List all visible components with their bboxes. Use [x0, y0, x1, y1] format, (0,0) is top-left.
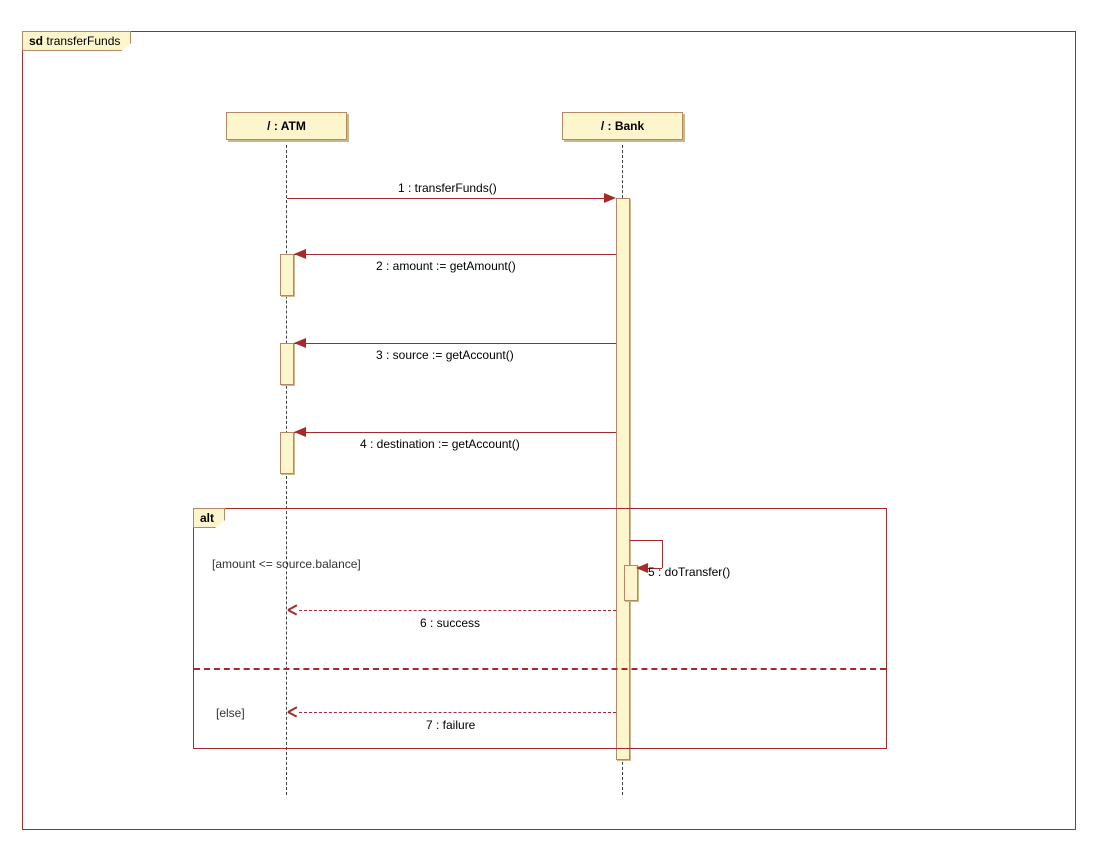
msg-2-label: 2 : amount := getAmount(): [376, 259, 516, 273]
activation-atm-3: [280, 343, 294, 385]
msg-5-line-v: [662, 540, 663, 568]
alt-frame-label: alt: [193, 508, 225, 528]
msg-5-arrowhead: [636, 563, 648, 573]
lifeline-atm-label: / : ATM: [267, 119, 306, 133]
msg-4-arrowhead: [294, 427, 306, 437]
msg-5-line-h1: [630, 540, 662, 541]
sd-prefix: sd: [29, 34, 43, 48]
msg-3-arrowhead: [294, 338, 306, 348]
msg-4-label: 4 : destination := getAccount(): [360, 437, 520, 451]
sd-name: transferFunds: [46, 34, 120, 48]
activation-atm-2: [280, 254, 294, 296]
alt-guard-1: [amount <= source.balance]: [212, 557, 361, 571]
lifeline-bank-label: / : Bank: [601, 119, 644, 133]
alt-divider: [194, 668, 886, 670]
msg-1-arrowhead: [604, 193, 616, 203]
alt-label-text: alt: [200, 511, 214, 525]
msg-1-line: [287, 198, 606, 199]
msg-5-label: 5 : doTransfer(): [648, 565, 730, 579]
msg-6-label: 6 : success: [420, 616, 480, 630]
msg-2-line: [294, 254, 616, 255]
msg-3-label: 3 : source := getAccount(): [376, 348, 514, 362]
msg-1-label: 1 : transferFunds(): [398, 181, 497, 195]
msg-4-line: [294, 432, 616, 433]
msg-7-line: [299, 712, 616, 713]
lifeline-head-atm: / : ATM: [226, 112, 347, 140]
msg-3-line: [294, 343, 616, 344]
alt-guard-2: [else]: [216, 706, 245, 720]
msg-6-line: [299, 610, 616, 611]
lifeline-head-bank: / : Bank: [562, 112, 683, 140]
sd-frame-label: sd transferFunds: [22, 31, 131, 51]
activation-atm-4: [280, 432, 294, 474]
sequence-diagram-canvas: sd transferFunds / : ATM / : Bank 1 : tr…: [0, 0, 1094, 855]
msg-7-label: 7 : failure: [426, 718, 475, 732]
msg-2-arrowhead: [294, 249, 306, 259]
